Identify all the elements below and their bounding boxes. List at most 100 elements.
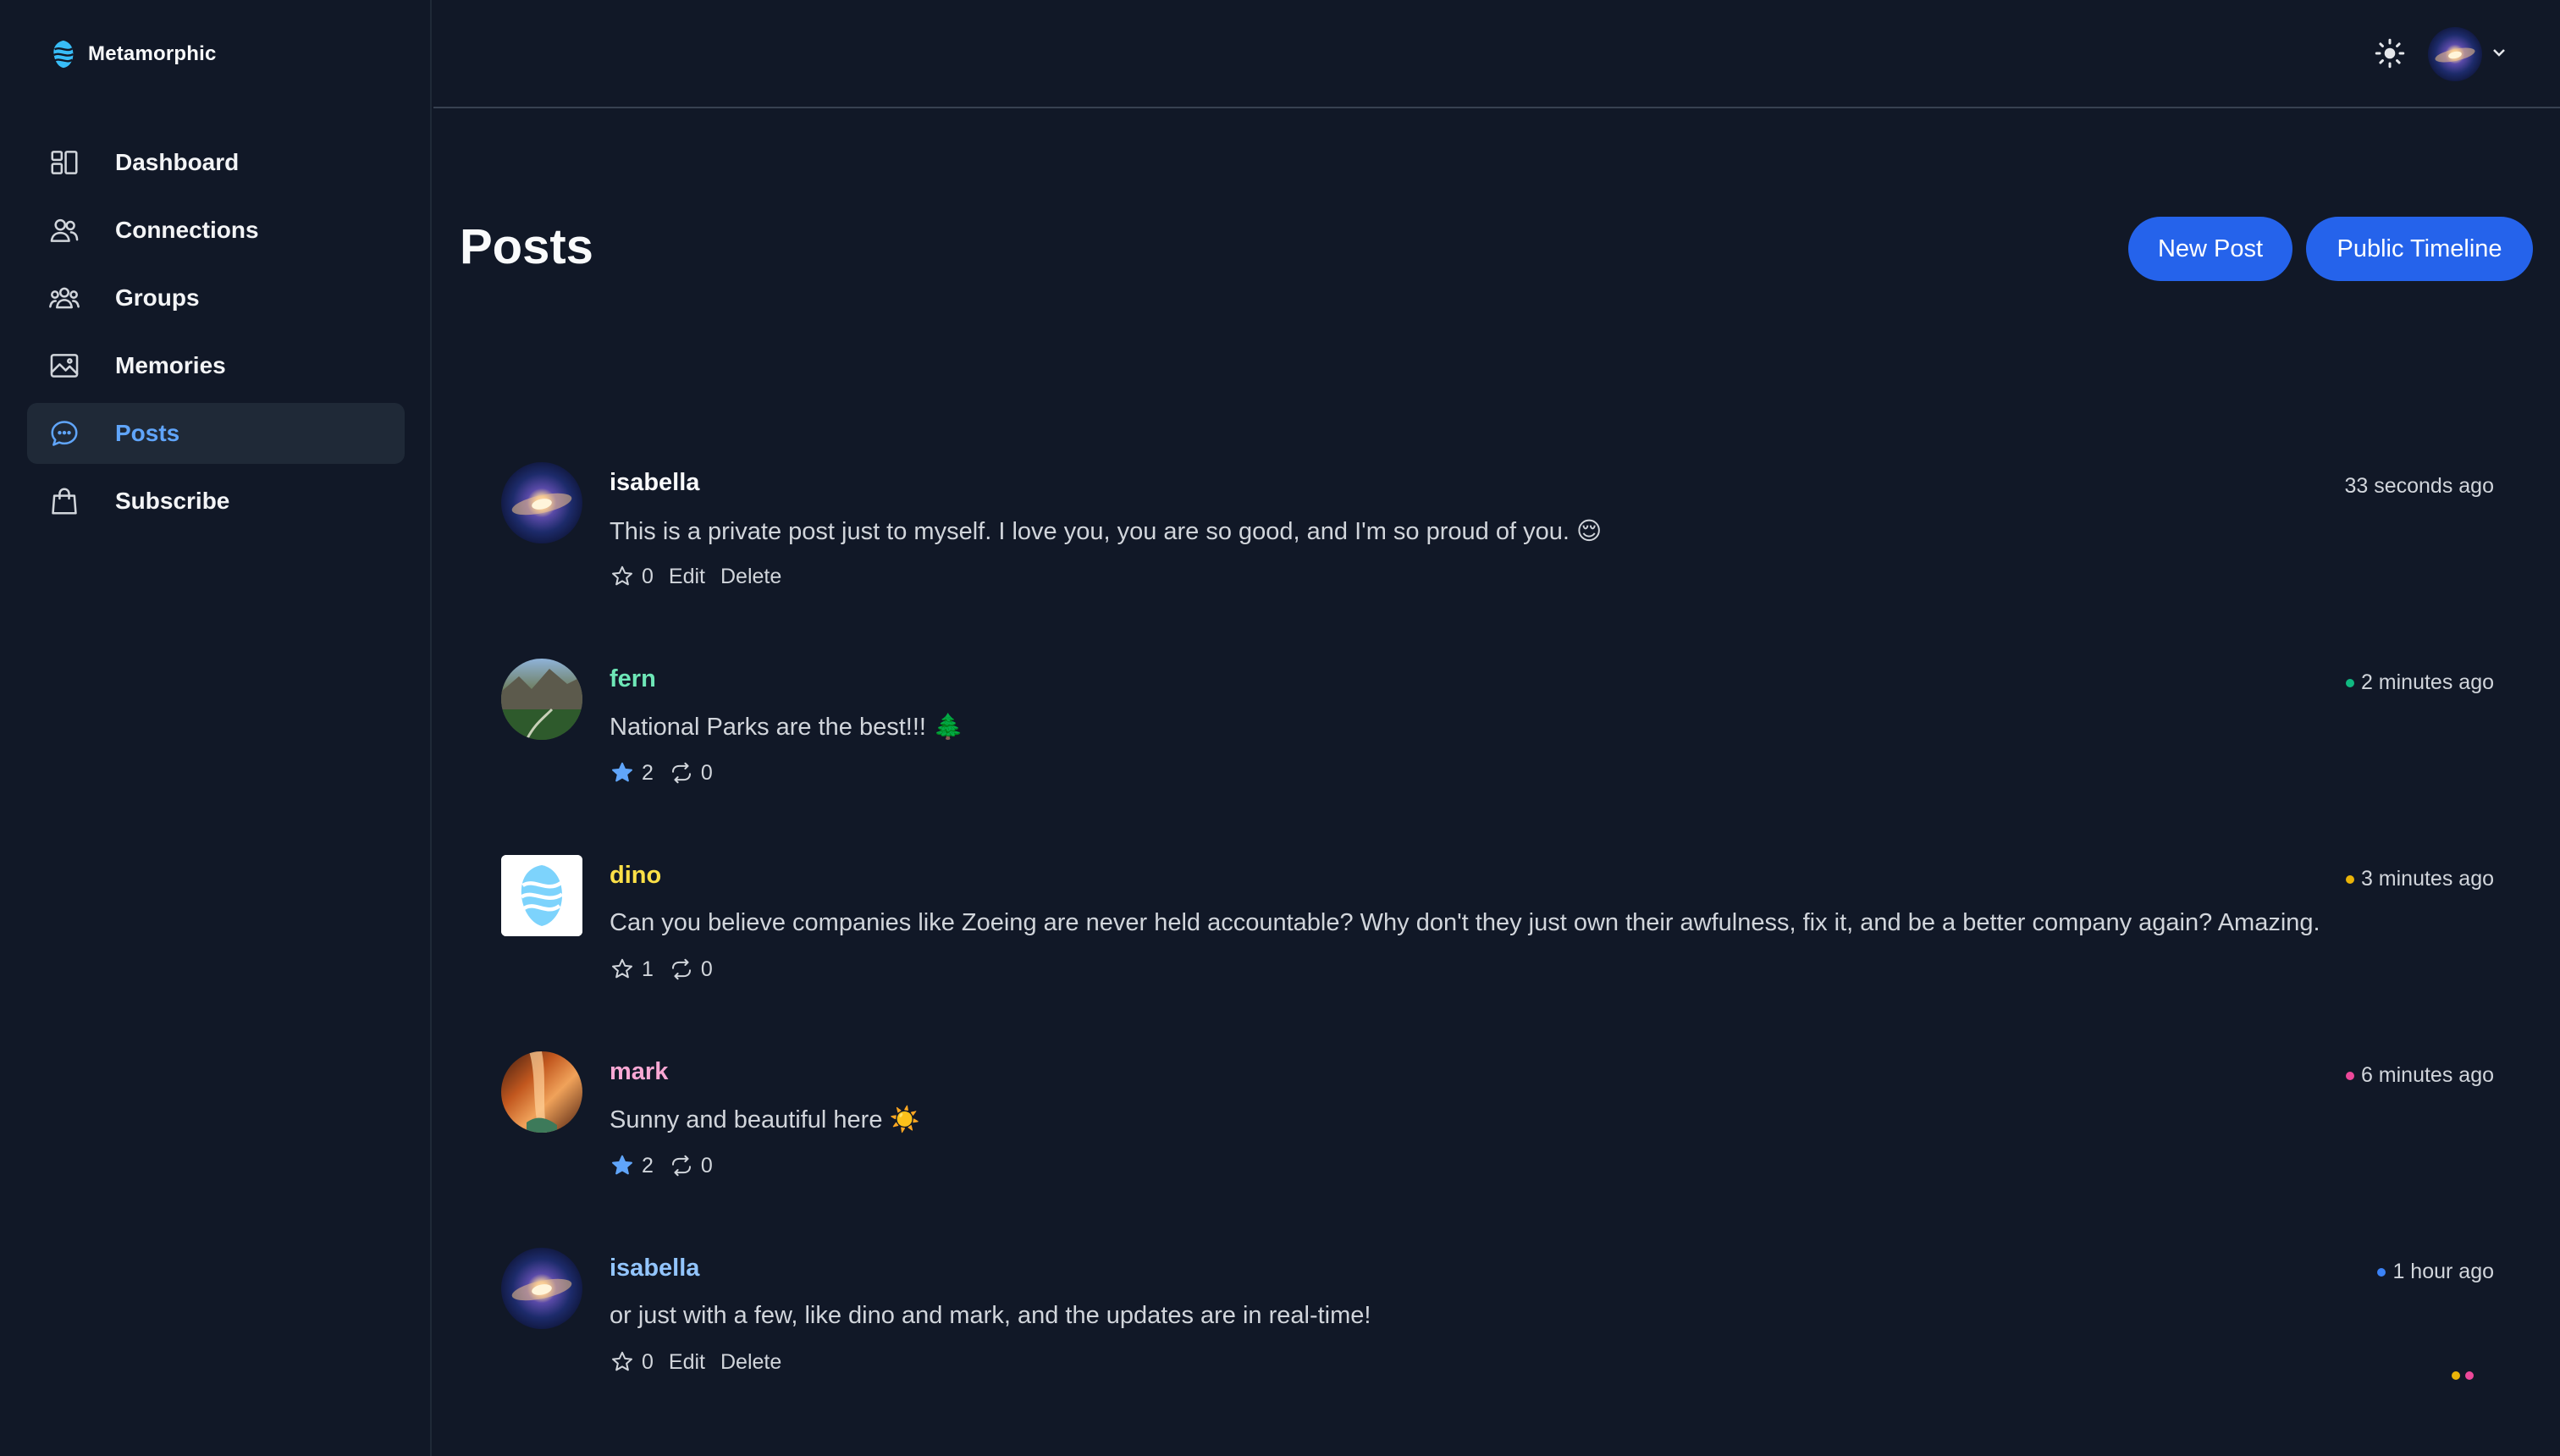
repost-icon bbox=[671, 1155, 691, 1177]
avatar[interactable] bbox=[501, 855, 582, 936]
post-item: isabella 1 hour ago or just with a few, … bbox=[501, 1248, 2494, 1444]
post-time: 2 minutes ago bbox=[2345, 670, 2494, 695]
star-filled-icon bbox=[612, 1155, 632, 1175]
sidebar-item-label: Posts bbox=[115, 420, 180, 446]
repost-button[interactable]: 0 bbox=[669, 1153, 713, 1178]
post-body: This is a private post just to myself. I… bbox=[610, 518, 1603, 545]
repost-button[interactable]: 0 bbox=[669, 760, 713, 786]
repost-count: 0 bbox=[700, 760, 713, 785]
sidebar-nav: Dashboard Connections Groups Memories Po… bbox=[27, 132, 405, 538]
favorite-button[interactable]: 0 bbox=[610, 1349, 654, 1375]
favorite-count: 0 bbox=[642, 1349, 654, 1374]
post-time-label: 6 minutes ago bbox=[2360, 1063, 2494, 1087]
post-item: mark 6 minutes ago Sunny and beautiful h… bbox=[501, 1051, 2494, 1248]
status-dot bbox=[2377, 1267, 2386, 1277]
repost-icon bbox=[671, 958, 691, 980]
sidebar: Metamorphic Dashboard Connections Groups bbox=[0, 0, 432, 1456]
post-author[interactable]: mark bbox=[610, 1058, 668, 1086]
post-author[interactable]: dino bbox=[610, 862, 661, 890]
post-actions: 0 Edit Delete bbox=[610, 562, 797, 591]
theme-toggle-button[interactable] bbox=[2370, 34, 2409, 73]
avatar[interactable] bbox=[501, 1248, 582, 1329]
sun-icon bbox=[2375, 38, 2405, 69]
chat-bubble-icon bbox=[47, 416, 81, 450]
users-icon bbox=[47, 213, 81, 247]
repost-count: 0 bbox=[700, 957, 713, 981]
sidebar-item-groups[interactable]: Groups bbox=[27, 267, 405, 328]
post-time-label: 2 minutes ago bbox=[2360, 670, 2494, 694]
shared-with-indicator bbox=[2452, 1371, 2474, 1380]
brand[interactable]: Metamorphic bbox=[47, 34, 217, 74]
avatar[interactable] bbox=[501, 659, 582, 740]
group-icon bbox=[47, 281, 81, 315]
post-time: 33 seconds ago bbox=[2344, 474, 2494, 499]
post-author[interactable]: isabella bbox=[610, 1255, 699, 1282]
favorite-button[interactable]: 2 bbox=[610, 1153, 654, 1178]
post-time-label: 1 hour ago bbox=[2392, 1260, 2494, 1283]
status-dot bbox=[2452, 1371, 2460, 1380]
status-dot bbox=[2345, 678, 2354, 687]
post-author[interactable]: isabella bbox=[610, 469, 699, 497]
favorite-count: 0 bbox=[642, 564, 654, 588]
favorite-button[interactable]: 0 bbox=[610, 564, 654, 589]
post-actions: 2 0 bbox=[610, 1151, 728, 1180]
star-filled-icon bbox=[612, 762, 632, 782]
status-dot bbox=[2465, 1371, 2474, 1380]
app-root: Metamorphic Dashboard Connections Groups bbox=[0, 0, 2560, 1456]
post-time-label: 3 minutes ago bbox=[2360, 867, 2494, 891]
avatar[interactable] bbox=[501, 1051, 582, 1133]
edit-link[interactable]: Edit bbox=[669, 1350, 705, 1375]
repost-button[interactable]: 0 bbox=[669, 957, 713, 982]
posts-feed: isabella 33 seconds ago This is a privat… bbox=[501, 462, 2494, 1444]
favorite-count: 2 bbox=[642, 1153, 654, 1177]
post-actions: 1 0 bbox=[610, 955, 728, 984]
sidebar-item-label: Connections bbox=[115, 217, 259, 243]
public-timeline-button[interactable]: Public Timeline bbox=[2306, 217, 2533, 281]
favorite-button[interactable]: 1 bbox=[610, 957, 654, 982]
post-actions: 0 Edit Delete bbox=[610, 1348, 797, 1376]
post-author[interactable]: fern bbox=[610, 665, 656, 693]
post-actions: 2 0 bbox=[610, 758, 728, 787]
star-outline-icon bbox=[612, 565, 632, 586]
post-time-label: 33 seconds ago bbox=[2344, 474, 2494, 498]
new-post-button[interactable]: New Post bbox=[2128, 217, 2292, 281]
post-body: Can you believe companies like Zoeing ar… bbox=[610, 909, 2320, 936]
sidebar-item-subscribe[interactable]: Subscribe bbox=[27, 471, 405, 532]
post-time: 6 minutes ago bbox=[2345, 1063, 2494, 1088]
brand-name: Metamorphic bbox=[88, 42, 217, 65]
shopping-bag-icon bbox=[47, 484, 81, 518]
sidebar-item-label: Dashboard bbox=[115, 149, 240, 175]
post-item: dino 3 minutes ago Can you believe compa… bbox=[501, 855, 2494, 1051]
chevron-down-icon bbox=[2489, 42, 2509, 67]
post-body: or just with a few, like dino and mark, … bbox=[610, 1302, 1371, 1329]
post-time: 3 minutes ago bbox=[2345, 867, 2494, 891]
sidebar-item-label: Memories bbox=[115, 352, 226, 378]
sidebar-item-label: Subscribe bbox=[115, 488, 230, 514]
image-icon bbox=[47, 349, 81, 383]
avatar bbox=[2428, 27, 2482, 81]
repost-icon bbox=[671, 762, 691, 784]
sidebar-item-posts[interactable]: Posts bbox=[27, 403, 405, 464]
star-outline-icon bbox=[612, 1351, 632, 1371]
delete-link[interactable]: Delete bbox=[720, 565, 781, 589]
repost-count: 0 bbox=[700, 1153, 713, 1177]
edit-link[interactable]: Edit bbox=[669, 565, 705, 589]
post-body: Sunny and beautiful here ☀️ bbox=[610, 1106, 920, 1133]
favorite-count: 1 bbox=[642, 957, 654, 981]
sidebar-item-dashboard[interactable]: Dashboard bbox=[27, 132, 405, 193]
user-menu-button[interactable] bbox=[2428, 27, 2509, 81]
sidebar-item-memories[interactable]: Memories bbox=[27, 335, 405, 396]
status-dot bbox=[2345, 1071, 2354, 1080]
avatar[interactable] bbox=[501, 462, 582, 543]
delete-link[interactable]: Delete bbox=[720, 1350, 781, 1375]
star-outline-icon bbox=[612, 958, 632, 979]
post-item: fern 2 minutes ago National Parks are th… bbox=[501, 659, 2494, 855]
post-body: National Parks are the best!!! 🌲 bbox=[610, 714, 964, 741]
favorite-button[interactable]: 2 bbox=[610, 760, 654, 786]
metamorphic-logo-icon bbox=[53, 40, 74, 69]
top-bar bbox=[433, 0, 2560, 108]
page-title: Posts bbox=[460, 219, 593, 274]
post-time: 1 hour ago bbox=[2377, 1260, 2494, 1284]
status-dot bbox=[2345, 874, 2354, 884]
sidebar-item-connections[interactable]: Connections bbox=[27, 200, 405, 261]
